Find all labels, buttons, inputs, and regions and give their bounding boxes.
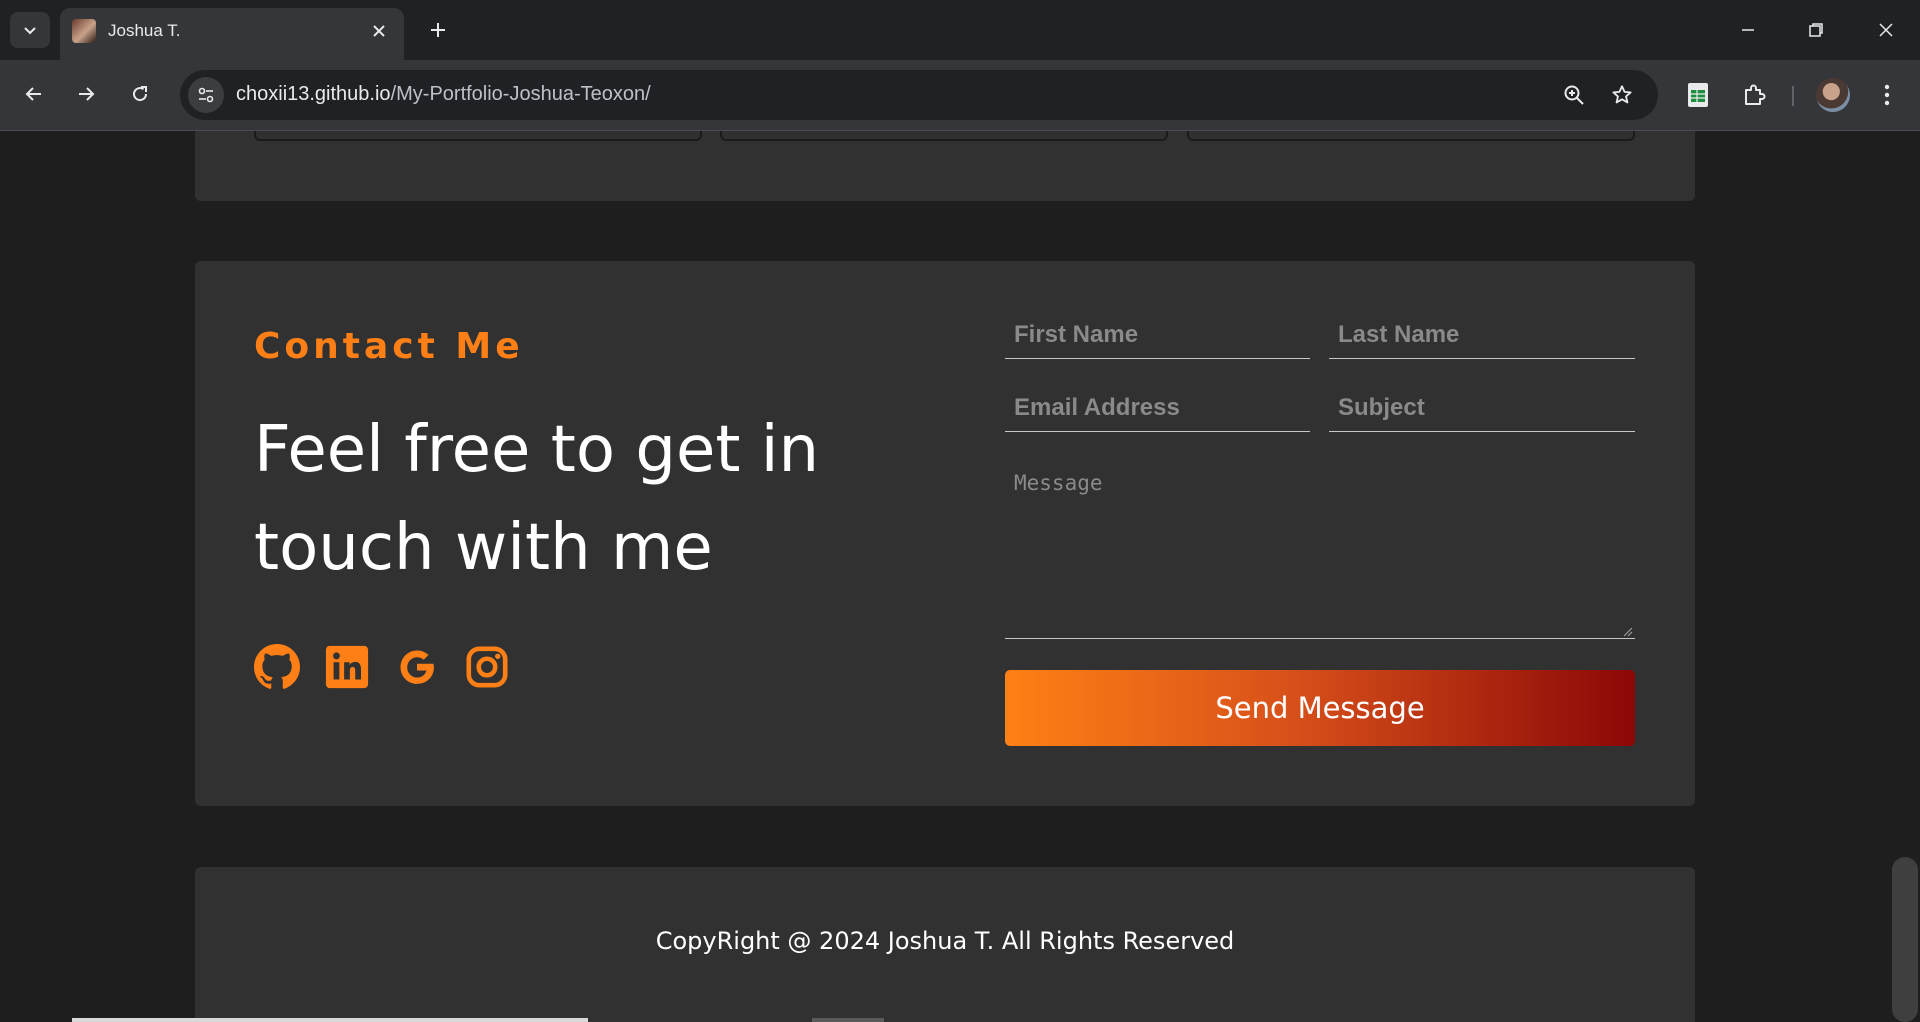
social-links	[254, 644, 510, 690]
resize-grip-icon[interactable]	[1621, 625, 1633, 637]
horizontal-scroll-indicator-secondary	[812, 1018, 884, 1022]
favicon-icon	[72, 19, 96, 43]
last-name-field[interactable]	[1329, 311, 1635, 359]
forward-icon[interactable]	[68, 76, 104, 112]
browser-tab[interactable]: Joshua T.	[60, 8, 404, 60]
minimize-icon[interactable]	[1728, 10, 1768, 50]
github-icon[interactable]	[254, 644, 300, 690]
project-card[interactable]	[1187, 131, 1635, 141]
sheets-extension-icon[interactable]	[1681, 78, 1715, 112]
message-textarea[interactable]	[1005, 461, 1635, 639]
toolbar-divider	[1792, 86, 1794, 106]
project-card[interactable]	[720, 131, 1168, 141]
copyright-text: CopyRight @ 2024 Joshua T. All Rights Re…	[655, 927, 1235, 955]
url-path: /My-Portfolio-Joshua-Teoxon/	[390, 83, 651, 105]
subject-field[interactable]	[1329, 384, 1635, 432]
extensions-puzzle-icon[interactable]	[1737, 78, 1771, 112]
page-viewport: Contact Me Feel free to get in touch wit…	[0, 131, 1890, 1022]
profile-avatar[interactable]	[1816, 78, 1850, 112]
google-icon[interactable]	[394, 644, 440, 690]
contact-section: Contact Me Feel free to get in touch wit…	[195, 261, 1695, 806]
bookmark-star-icon[interactable]	[1608, 81, 1636, 109]
contact-headline: Feel free to get in touch with me	[254, 413, 820, 585]
send-message-button[interactable]: Send Message	[1005, 670, 1635, 746]
back-icon[interactable]	[16, 76, 52, 112]
section-eyebrow: Contact Me	[254, 326, 524, 367]
email-field[interactable]	[1005, 384, 1310, 432]
footer: CopyRight @ 2024 Joshua T. All Rights Re…	[195, 867, 1695, 1022]
horizontal-scroll-indicator	[72, 1018, 588, 1022]
browser-toolbar: choxii13.github.io/My-Portfolio-Joshua-T…	[0, 60, 1920, 131]
projects-card-bottom	[195, 131, 1695, 201]
restore-icon[interactable]	[1796, 10, 1836, 50]
url-host: choxii13.github.io	[236, 83, 391, 105]
browser-tab-strip: Joshua T.	[0, 0, 1920, 60]
tab-search-icon[interactable]	[10, 12, 50, 48]
tab-title: Joshua T.	[108, 21, 181, 40]
zoom-icon[interactable]	[1560, 81, 1588, 109]
linkedin-icon[interactable]	[324, 644, 370, 690]
kebab-menu-icon[interactable]	[1870, 78, 1904, 112]
plus-icon[interactable]	[424, 16, 452, 44]
url-text[interactable]: choxii13.github.io/My-Portfolio-Joshua-T…	[236, 83, 651, 106]
reload-icon[interactable]	[122, 76, 158, 112]
window-close-icon[interactable]	[1866, 10, 1906, 50]
first-name-field[interactable]	[1005, 311, 1310, 359]
scrollbar-thumb[interactable]	[1892, 857, 1918, 1022]
instagram-icon[interactable]	[464, 644, 510, 690]
project-card[interactable]	[254, 131, 702, 141]
site-settings-icon[interactable]	[188, 77, 224, 113]
close-icon[interactable]	[368, 20, 390, 42]
address-bar[interactable]: choxii13.github.io/My-Portfolio-Joshua-T…	[180, 70, 1658, 120]
